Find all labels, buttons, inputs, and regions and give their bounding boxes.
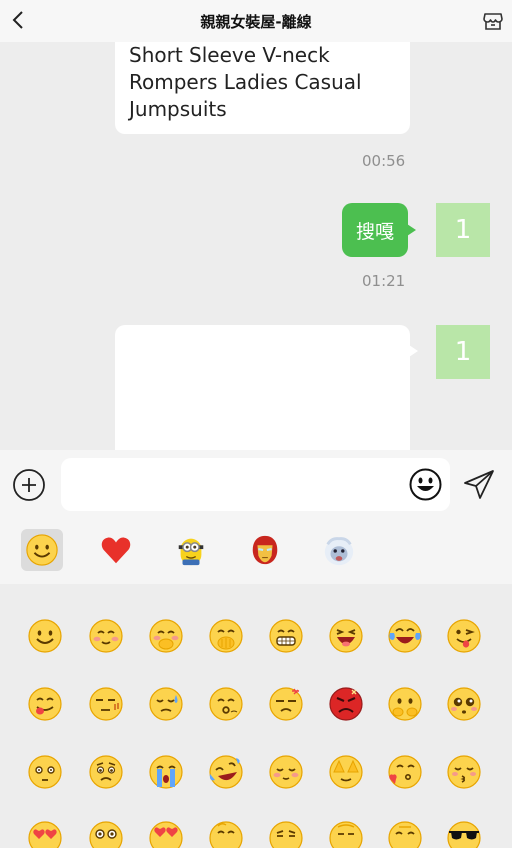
heart-icon	[101, 537, 131, 564]
plus-icon[interactable]	[12, 468, 46, 502]
sweat-emoji-icon[interactable]	[148, 686, 184, 722]
worried-emoji-icon[interactable]	[88, 754, 124, 790]
blush-emoji-icon[interactable]	[88, 618, 124, 654]
send-icon[interactable]	[462, 467, 496, 501]
minion-tab[interactable]	[170, 529, 212, 571]
chat-header: 親親女裝屋-離線	[0, 0, 512, 42]
wink-tongue-emoji-icon[interactable]	[446, 618, 482, 654]
outgoing-message-bubble[interactable]: 搜嘎	[342, 203, 416, 257]
timestamp: 00:56	[362, 152, 406, 170]
blow-kiss-emoji-icon[interactable]	[387, 754, 423, 790]
chat-title: 親親女裝屋-離線	[200, 12, 312, 31]
covering-mouth-emoji-icon[interactable]	[208, 618, 244, 654]
tears-of-joy-emoji-icon[interactable]	[387, 618, 423, 654]
yummy-emoji-icon[interactable]	[27, 686, 63, 722]
dizzy-emoji-icon[interactable]	[268, 686, 304, 722]
smirk-emoji-icon[interactable]	[268, 820, 304, 848]
smile-face-tab[interactable]	[21, 529, 63, 571]
input-bar	[0, 450, 512, 518]
heart-eyes-emoji-icon[interactable]	[27, 820, 63, 848]
chat-area[interactable]: Short Sleeve V-neck Rompers Ladies Casua…	[0, 42, 512, 450]
emoji-grid	[0, 584, 512, 848]
avatar[interactable]: 1	[436, 325, 490, 379]
chevron-left-icon[interactable]	[8, 9, 28, 31]
ironman-tab[interactable]	[244, 529, 286, 571]
pleading-emoji-icon[interactable]	[446, 686, 482, 722]
emoji-icon[interactable]	[409, 468, 442, 501]
outgoing-message-bubble[interactable]	[115, 325, 418, 450]
yeti-icon	[324, 537, 354, 566]
shop-icon[interactable]	[482, 10, 504, 32]
nervous-emoji-icon[interactable]	[387, 820, 423, 848]
minion-icon	[178, 538, 204, 566]
grin-emoji-icon[interactable]	[268, 618, 304, 654]
laughing-emoji-icon[interactable]	[328, 618, 364, 654]
star-struck-emoji-icon[interactable]	[148, 820, 184, 848]
facepalm-emoji-icon[interactable]	[328, 754, 364, 790]
shy-emoji-icon[interactable]	[148, 618, 184, 654]
cool-sunglasses-emoji-icon[interactable]	[446, 820, 482, 848]
smile-emoji-icon[interactable]	[27, 618, 63, 654]
rolling-laugh-emoji-icon[interactable]	[208, 754, 244, 790]
crying-emoji-icon[interactable]	[148, 754, 184, 790]
emoji-category-tabs	[0, 518, 512, 584]
content-emoji-icon[interactable]	[268, 754, 304, 790]
awkward-emoji-icon[interactable]	[88, 686, 124, 722]
stunned-emoji-icon[interactable]	[27, 754, 63, 790]
wide-eyes-emoji-icon[interactable]	[88, 820, 124, 848]
timestamp: 01:21	[362, 272, 406, 290]
yeti-tab[interactable]	[318, 529, 360, 571]
cover-mouth-embarrassed-emoji-icon[interactable]	[387, 686, 423, 722]
thinking-emoji-icon[interactable]	[208, 820, 244, 848]
incoming-message-text: Short Sleeve V-neck Rompers Ladies Casua…	[129, 43, 362, 121]
smile-face-icon	[26, 534, 58, 566]
ironman-icon	[252, 535, 278, 565]
angry-emoji-icon[interactable]	[328, 686, 364, 722]
heart-tab[interactable]	[95, 529, 137, 571]
incoming-message-bubble[interactable]: Short Sleeve V-neck Rompers Ladies Casua…	[115, 42, 410, 134]
message-input[interactable]	[61, 458, 450, 511]
avatar[interactable]: 1	[436, 203, 490, 257]
whistle-emoji-icon[interactable]	[208, 686, 244, 722]
shh-emoji-icon[interactable]	[328, 820, 364, 848]
kissing-emoji-icon[interactable]	[446, 754, 482, 790]
